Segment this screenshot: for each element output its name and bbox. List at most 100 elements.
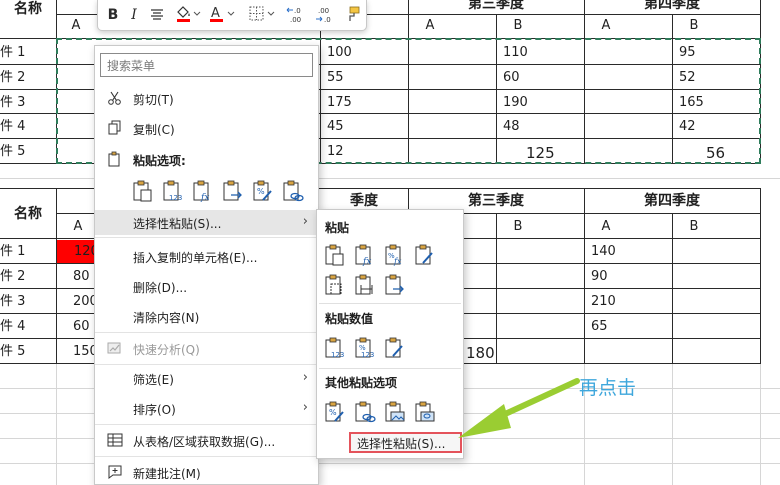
submenu-arrow-icon: › [302,214,308,229]
fill-color-button[interactable] [174,5,202,25]
font-color-button[interactable]: A [208,5,238,25]
paste-transpose-icon[interactable] [221,179,245,203]
svg-text:123: 123 [169,194,182,202]
table2-header-q4[interactable]: 第四季度 [584,189,760,213]
align-button[interactable] [148,5,166,25]
table1-sub-b[interactable]: B [496,15,540,37]
menu-item-label: 清除内容(N) [133,311,200,325]
table2-cell[interactable]: 150 [68,339,96,364]
format-painter-button[interactable] [342,5,362,25]
paste-formatting-icon[interactable]: % [251,179,275,203]
menu-item-label: 新建批注(M) [133,467,201,481]
menu-item-clear-contents[interactable]: 清除内容(N) [95,304,318,329]
menu-item-sort[interactable]: 排序(O) › [95,396,318,421]
menu-item-get-data-from-table[interactable]: 从表格/区域获取数据(G)... [95,428,318,453]
gridline [760,364,761,485]
paste-link-icon[interactable] [353,400,377,424]
menu-item-paste-special[interactable]: 选择性粘贴(S)... › [95,210,318,235]
table2-header-name[interactable]: 名称 [0,202,56,226]
table2-sub-b[interactable]: B [672,214,716,239]
table1-row-name[interactable]: 件 1 [0,40,56,65]
paste-formatting-icon[interactable]: % [323,400,347,424]
paste-values-icon[interactable]: 123 [323,336,347,360]
table2-cell[interactable]: 140 [584,239,672,264]
table2-cell[interactable]: 210 [584,289,672,314]
quick-analysis-icon [107,342,121,354]
menu-item-label: 剪切(T) [133,93,174,107]
svg-text:.00: .00 [318,7,329,15]
table2-row-name[interactable]: 件 4 [0,314,56,339]
table2-cell[interactable]: 80 [68,264,96,289]
paste-icon[interactable] [131,179,155,203]
paste-values-source-format-icon[interactable] [383,336,407,360]
table1-sub-a[interactable]: A [408,15,452,37]
search-menu-input[interactable]: 搜索菜单 [100,53,313,77]
table2-row-name[interactable]: 件 2 [0,264,56,289]
table2-cell-highlighted[interactable]: 120 [56,239,96,264]
table1-row-name[interactable]: 件 4 [0,114,56,139]
menu-item-quick-analysis[interactable]: 快速分析(Q) [95,336,318,361]
paste-keep-source-format-icon[interactable] [413,243,437,267]
menu-separator [95,424,318,425]
italic-button[interactable]: I [126,5,142,25]
menu-item-label: 选择性粘贴(S)... [133,217,222,231]
border-button[interactable] [248,5,278,25]
paste-special-dialog-button[interactable]: 选择性粘贴(S)... [349,432,462,453]
table2-sub-b[interactable]: B [496,214,540,239]
menu-item-delete[interactable]: 删除(D)... [95,274,318,299]
menu-item-insert-copied-cells[interactable]: 插入复制的单元格(E)... [95,244,318,269]
increase-decimal-button[interactable]: .0.00 [286,5,310,25]
submenu-section-paste: 粘贴 [325,221,350,235]
table1-header-q3[interactable]: 第三季度 [408,0,584,14]
paste-formulas-icon[interactable]: fx [191,179,215,203]
submenu-separator [319,303,461,304]
paste-linked-picture-icon[interactable] [413,400,437,424]
table2-row-name[interactable]: 件 5 [0,339,56,364]
paste-icon[interactable] [323,243,347,267]
svg-text:%: % [329,408,337,417]
table2-sub-a[interactable]: A [584,214,628,239]
table1-row-name[interactable]: 件 5 [0,139,56,164]
paste-link-icon[interactable] [281,179,305,203]
menu-item-copy[interactable]: 复制(C) [95,116,318,141]
submenu-section-other-paste-options: 其他粘贴选项 [325,376,398,390]
table1-sub-b[interactable]: B [672,15,716,37]
table2-row-name[interactable]: 件 3 [0,289,56,314]
menu-separator [95,332,318,333]
paste-values-icon[interactable]: 123 [161,179,185,203]
decrease-decimal-button[interactable]: .00.0 [314,5,338,25]
svg-text:fx: fx [393,257,402,266]
table2-cell[interactable]: 65 [584,314,672,339]
table1-header-name[interactable]: 名称 [0,0,56,20]
menu-item-label: 插入复制的单元格(E)... [133,251,258,265]
svg-text:fx: fx [200,193,209,203]
paste-formulas-icon[interactable]: fx [353,243,377,267]
menu-item-cut[interactable]: 剪切(T) [95,86,318,111]
increase-decimal-icon: .0.00 [286,7,301,24]
table1-header-q4[interactable]: 第四季度 [584,0,760,14]
paste-no-borders-icon[interactable] [323,273,347,297]
paste-values-number-format-icon[interactable]: %123 [353,336,377,360]
bold-button[interactable]: B [104,5,122,25]
copy-icon [108,120,121,135]
gridline [56,364,57,485]
paste-transpose-icon[interactable] [383,273,407,297]
table2-cell[interactable]: 200 [68,289,96,314]
paste-picture-icon[interactable] [383,400,407,424]
font-color-icon: A [210,6,235,22]
menu-item-filter[interactable]: 筛选(E) › [95,366,318,391]
clipboard-icon [108,151,120,167]
table1-row-name[interactable]: 件 2 [0,65,56,90]
format-painter-icon [349,6,360,21]
table1-sub-a[interactable]: A [56,15,96,37]
paste-formulas-number-format-icon[interactable]: %fx [383,243,407,267]
table2-cell[interactable]: 90 [584,264,672,289]
table2-row-name[interactable]: 件 1 [0,239,56,264]
table1-row-name[interactable]: 件 3 [0,90,56,115]
menu-item-new-comment[interactable]: 新建批注(M) [95,460,318,485]
svg-text:A: A [211,6,220,21]
table1-sub-a[interactable]: A [584,15,628,37]
paste-special-submenu: 粘贴 fx % fx 粘贴数值 123 % 123 其他粘贴选项 % 选择性粘贴(S… [316,209,464,459]
paste-keep-column-widths-icon[interactable] [353,273,377,297]
table2-cell[interactable]: 60 [68,314,96,339]
